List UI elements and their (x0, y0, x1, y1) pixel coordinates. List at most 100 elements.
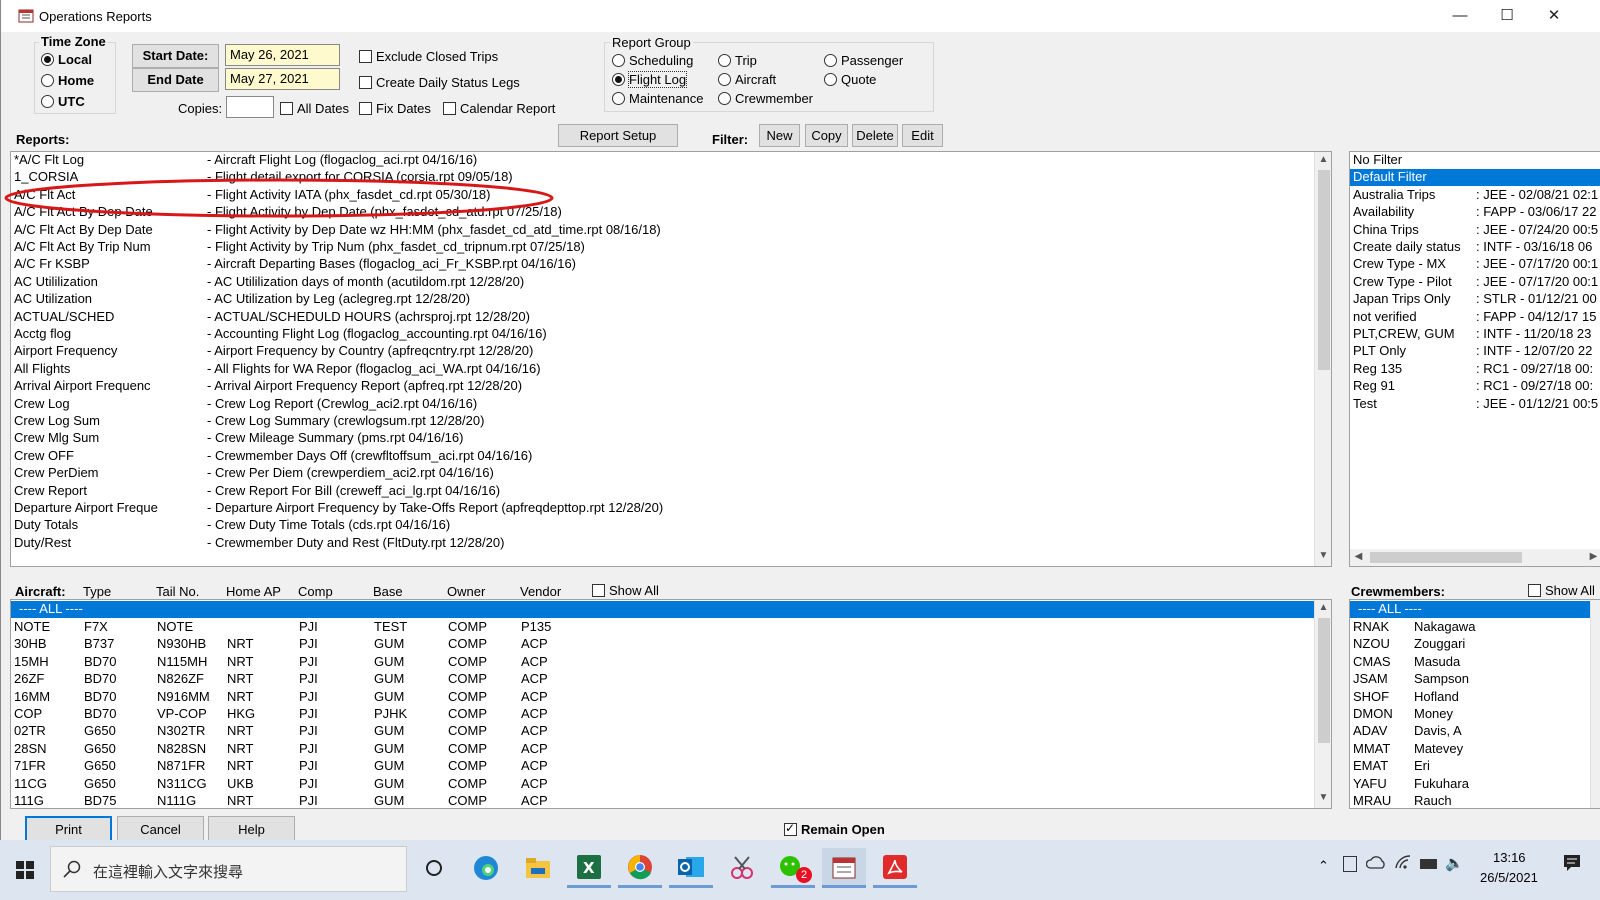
rg-trip-radio[interactable]: Trip (718, 53, 757, 68)
crew-row[interactable]: RNAK Nakagawa (1350, 619, 1590, 636)
filter-hscrollbar[interactable]: ◀ ▶ (1350, 549, 1600, 566)
task-view-icon[interactable] (412, 848, 456, 888)
crew-list[interactable]: ---- ALL ---- RNAK Nakagawa NZOU Zouggari CM… (1349, 599, 1600, 809)
action-center-icon[interactable] (1563, 854, 1581, 872)
end-date-field[interactable]: May 27, 2021 (225, 68, 340, 90)
fix-dates-checkbox[interactable]: Fix Dates (359, 101, 431, 116)
aircraft-list[interactable]: ---- ALL ---- NOTE F7X NOTE PJI TEST COMP P135… (10, 599, 1332, 809)
aircraft-header-owner[interactable]: Owner (447, 584, 485, 599)
edge-icon[interactable] (464, 848, 508, 888)
acrobat-icon[interactable] (873, 848, 917, 888)
tz-home-radio[interactable]: Home (41, 73, 94, 88)
snipping-icon[interactable] (720, 848, 764, 888)
report-row[interactable]: A/C Flt Act By Dep Date - Flight Activity… (11, 222, 1311, 239)
scroll-up-icon[interactable]: ▲ (1315, 602, 1331, 613)
rg-crewmember-radio[interactable]: Crewmember (718, 91, 813, 106)
aircraft-row[interactable]: 30HB B737 N930HB NRT PJI GUM COMP ACP (11, 636, 1311, 653)
outlook-icon[interactable] (669, 848, 713, 888)
filter-row[interactable]: Japan Trips Only: STLR - 01/12/21 00 (1350, 291, 1600, 308)
cloud-icon[interactable] (1366, 854, 1386, 870)
end-date-button[interactable]: End Date (132, 68, 219, 92)
report-row[interactable]: Duty Totals - Crew Duty Time Totals (cds.… (11, 517, 1311, 534)
crew-row[interactable]: MRAU Rauch (1350, 793, 1590, 808)
create-daily-status-checkbox[interactable]: Create Daily Status Legs (359, 75, 520, 90)
report-row[interactable]: Crew Log Sum - Crew Log Summary (crewlogs… (11, 413, 1311, 430)
filter-delete-button[interactable]: Delete (852, 124, 898, 147)
report-row[interactable]: *A/C Flt Log - Aircraft Flight Log (floga… (11, 152, 1311, 169)
filter-row[interactable]: PLT Only: INTF - 12/07/20 22 (1350, 343, 1600, 360)
maximize-button[interactable]: ☐ (1484, 4, 1530, 28)
aircraft-header-base[interactable]: Base (373, 584, 403, 599)
report-row[interactable]: Duty/Rest - Crewmember Duty and Rest (Flt… (11, 535, 1311, 552)
tray-overflow-icon[interactable]: ⌃ (1318, 858, 1329, 874)
aircraft-row[interactable]: 28SN G650 N828SN NRT PJI GUM COMP ACP (11, 741, 1311, 758)
report-row[interactable]: A/C Flt Act By Trip Num - Flight Activity… (11, 239, 1311, 256)
crew-row[interactable]: SHOF Hofland (1350, 689, 1590, 706)
filter-row[interactable]: Australia Trips: JEE - 02/08/21 02:1 (1350, 187, 1600, 204)
crew-row[interactable]: CMAS Masuda (1350, 654, 1590, 671)
aircraft-header-home-ap[interactable]: Home AP (226, 584, 281, 599)
aircraft-scrollbar[interactable]: ▲ ▼ (1314, 600, 1331, 808)
filter-row[interactable]: Crew Type - Pilot: JEE - 07/17/20 00:1 (1350, 274, 1600, 291)
crew-scrollbar[interactable] (1590, 600, 1600, 808)
scroll-left-icon[interactable]: ◀ (1350, 551, 1367, 562)
scroll-right-icon[interactable]: ▶ (1585, 551, 1600, 562)
hscroll-thumb[interactable] (1370, 552, 1522, 563)
device-icon[interactable] (1343, 856, 1357, 872)
crew-row[interactable]: JSAM Sampson (1350, 671, 1590, 688)
volume-icon[interactable]: 🔈 (1445, 854, 1464, 872)
start-button[interactable] (0, 840, 50, 900)
tz-local-radio[interactable]: Local (41, 52, 92, 67)
report-row[interactable]: AC Utililization - AC Utililization days … (11, 274, 1311, 291)
aircraft-row[interactable]: NOTE F7X NOTE PJI TEST COMP P135 (11, 619, 1311, 636)
crew-row[interactable]: ADAV Davis, A (1350, 723, 1590, 740)
report-setup-button[interactable]: Report Setup (558, 124, 678, 147)
aircraft-show-all-checkbox[interactable]: Show All (592, 583, 659, 598)
report-row[interactable]: Crew Report - Crew Report For Bill (crewe… (11, 483, 1311, 500)
rg-aircraft-radio[interactable]: Aircraft (718, 72, 776, 87)
exclude-closed-trips-checkbox[interactable]: Exclude Closed Trips (359, 49, 498, 64)
report-row[interactable]: Crew PerDiem - Crew Per Diem (crewperdiem… (11, 465, 1311, 482)
battery-icon[interactable] (1420, 859, 1437, 869)
filter-row[interactable]: Test: JEE - 01/12/21 00:5 (1350, 396, 1600, 413)
report-row[interactable]: Crew OFF - Crewmember Days Off (crewfltof… (11, 448, 1311, 465)
rg-maintenance-radio[interactable]: Maintenance (612, 91, 703, 106)
filter-list[interactable]: No Filter Default Filter Australia Trips: … (1349, 151, 1600, 567)
aircraft-row[interactable]: COP BD70 VP-COP HKG PJI PJHK COMP ACP (11, 706, 1311, 723)
reports-scrollbar[interactable]: ▲ ▼ (1314, 152, 1331, 566)
fos-app-icon[interactable] (822, 848, 866, 888)
aircraft-all-row[interactable]: ---- ALL ---- (11, 601, 1314, 618)
report-row[interactable]: ACTUAL/SCHED - ACTUAL/SCHEDULD HOURS (ach… (11, 309, 1311, 326)
filter-row[interactable]: Reg 135: RC1 - 09/27/18 00: (1350, 361, 1600, 378)
start-date-button[interactable]: Start Date: (132, 44, 219, 68)
scroll-down-icon[interactable]: ▼ (1315, 550, 1331, 561)
crew-show-all-checkbox[interactable]: Show All (1528, 583, 1595, 598)
chrome-icon[interactable] (618, 848, 662, 888)
aircraft-header-tail-no[interactable]: Tail No. (156, 584, 199, 599)
crew-all-row[interactable]: ---- ALL ---- (1350, 601, 1590, 618)
filter-edit-button[interactable]: Edit (902, 124, 943, 147)
excel-icon[interactable]: X (567, 848, 611, 888)
report-row[interactable]: Departure Airport Freque - Departure Airp… (11, 500, 1311, 517)
aircraft-row[interactable]: 111G BD75 N111G NRT PJI GUM COMP ACP (11, 793, 1311, 808)
scroll-up-icon[interactable]: ▲ (1315, 154, 1331, 165)
filter-row[interactable]: Create daily status: INTF - 03/16/18 06 (1350, 239, 1600, 256)
report-row[interactable]: Airport Frequency - Airport Frequency by … (11, 343, 1311, 360)
filter-row[interactable]: Availability: FAPP - 03/06/17 22 (1350, 204, 1600, 221)
cancel-button[interactable]: Cancel (117, 816, 204, 843)
rg-flight-log-radio[interactable]: Flight Log (612, 71, 688, 88)
rg-quote-radio[interactable]: Quote (824, 72, 876, 87)
all-dates-checkbox[interactable]: All Dates (280, 101, 349, 116)
rg-scheduling-radio[interactable]: Scheduling (612, 53, 693, 68)
filter-row[interactable]: PLT,CREW, GUM: INTF - 11/20/18 23 (1350, 326, 1600, 343)
wifi-icon[interactable] (1394, 854, 1412, 870)
report-row[interactable]: Crew Mlg Sum - Crew Mileage Summary (pms.… (11, 430, 1311, 447)
close-button[interactable]: ✕ (1531, 4, 1577, 28)
search-box[interactable]: 在這裡輸入文字來搜尋 (50, 846, 407, 892)
filter-copy-button[interactable]: Copy (805, 124, 848, 147)
aircraft-row[interactable]: 26ZF BD70 N826ZF NRT PJI GUM COMP ACP (11, 671, 1311, 688)
filter-row[interactable]: not verified: FAPP - 04/12/17 15 (1350, 309, 1600, 326)
filter-row[interactable]: China Trips: JEE - 07/24/20 00:5 (1350, 222, 1600, 239)
print-button[interactable]: Print (25, 816, 112, 843)
report-row[interactable]: AC Utilization - AC Utilization by Leg (a… (11, 291, 1311, 308)
